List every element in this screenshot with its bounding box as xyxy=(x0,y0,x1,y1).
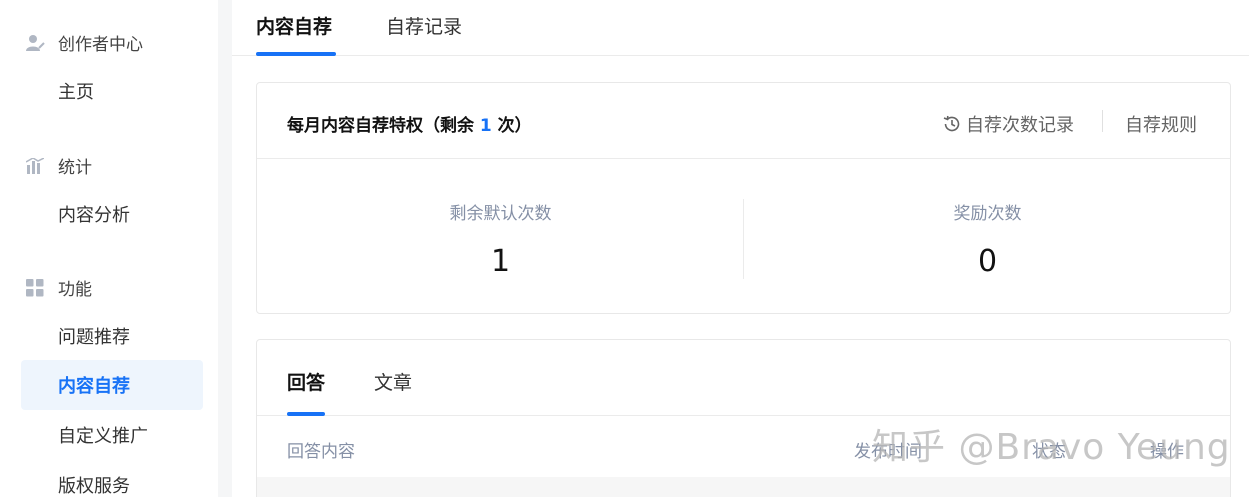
sidebar-group-creator: 创作者中心 xyxy=(24,30,143,55)
privilege-card: 每月内容自荐特权（剩余 1 次） 自荐次数记录 自荐规则 剩余默认次数 1 奖励… xyxy=(256,82,1231,314)
sidebar-group-label: 功能 xyxy=(58,280,92,300)
sidebar: 创作者中心 主页 统计 内容分析 功能 问题推荐 内容自荐 自定义推广 版权服务 xyxy=(0,0,218,497)
sidebar-item-content-self-recommend[interactable]: 内容自荐 xyxy=(21,360,203,410)
sidebar-group-features: 功能 xyxy=(24,275,92,300)
tab-articles[interactable]: 文章 xyxy=(374,368,412,395)
title-prefix: 每月内容自荐特权（剩余 xyxy=(287,116,480,136)
sidebar-item-label: 自定义推广 xyxy=(58,426,148,447)
column-header-content: 回答内容 xyxy=(287,442,355,462)
sidebar-item-label: 内容自荐 xyxy=(58,376,130,397)
stat-value: 1 xyxy=(490,244,511,279)
active-tab-indicator xyxy=(287,412,325,416)
sidebar-item-label: 版权服务 xyxy=(58,476,130,497)
tab-content-self-recommend[interactable]: 内容自荐 xyxy=(256,12,332,39)
sidebar-group-label: 统计 xyxy=(58,158,92,178)
divider xyxy=(1102,110,1103,132)
sidebar-item-copyright[interactable]: 版权服务 xyxy=(21,460,203,497)
sidebar-item-home[interactable]: 主页 xyxy=(21,66,203,116)
watermark: 知乎 @Bravo Yeung xyxy=(872,427,1231,468)
stat-default-remaining: 剩余默认次数 1 xyxy=(257,199,744,279)
stat-label: 剩余默认次数 xyxy=(449,204,552,224)
title-suffix: 次） xyxy=(491,116,532,136)
active-tab-indicator xyxy=(256,52,336,56)
sidebar-group-stats: 统计 xyxy=(24,153,92,178)
sidebar-item-label: 主页 xyxy=(58,82,94,103)
history-link[interactable]: 自荐次数记录 xyxy=(942,111,1074,137)
stat-bonus: 奖励次数 0 xyxy=(744,199,1231,279)
sidebar-item-label: 问题推荐 xyxy=(58,327,130,348)
content-type-tabs: 回答 文章 xyxy=(257,340,1230,416)
sidebar-item-content-analysis[interactable]: 内容分析 xyxy=(21,189,203,239)
stat-value: 0 xyxy=(977,244,998,279)
sidebar-group-label: 创作者中心 xyxy=(58,35,143,55)
stat-label: 奖励次数 xyxy=(953,204,1022,224)
remaining-count: 1 xyxy=(479,116,492,136)
sidebar-item-custom-promotion[interactable]: 自定义推广 xyxy=(21,410,203,460)
privilege-card-title: 每月内容自荐特权（剩余 1 次） xyxy=(287,111,532,136)
history-clock-icon xyxy=(942,114,962,134)
privilege-card-header: 每月内容自荐特权（剩余 1 次） 自荐次数记录 自荐规则 xyxy=(257,83,1230,159)
tab-answers[interactable]: 回答 xyxy=(287,368,325,395)
creator-icon xyxy=(24,32,46,54)
chart-icon xyxy=(24,155,46,177)
table-row xyxy=(257,477,1230,497)
top-tabs: 内容自荐 自荐记录 xyxy=(232,0,1249,56)
sidebar-item-label: 内容分析 xyxy=(58,205,130,226)
grid-icon xyxy=(24,277,46,299)
rules-link[interactable]: 自荐规则 xyxy=(1125,111,1197,137)
tab-recommend-records[interactable]: 自荐记录 xyxy=(386,12,462,39)
sidebar-item-question-recommend[interactable]: 问题推荐 xyxy=(21,311,203,361)
history-link-label: 自荐次数记录 xyxy=(966,115,1074,136)
